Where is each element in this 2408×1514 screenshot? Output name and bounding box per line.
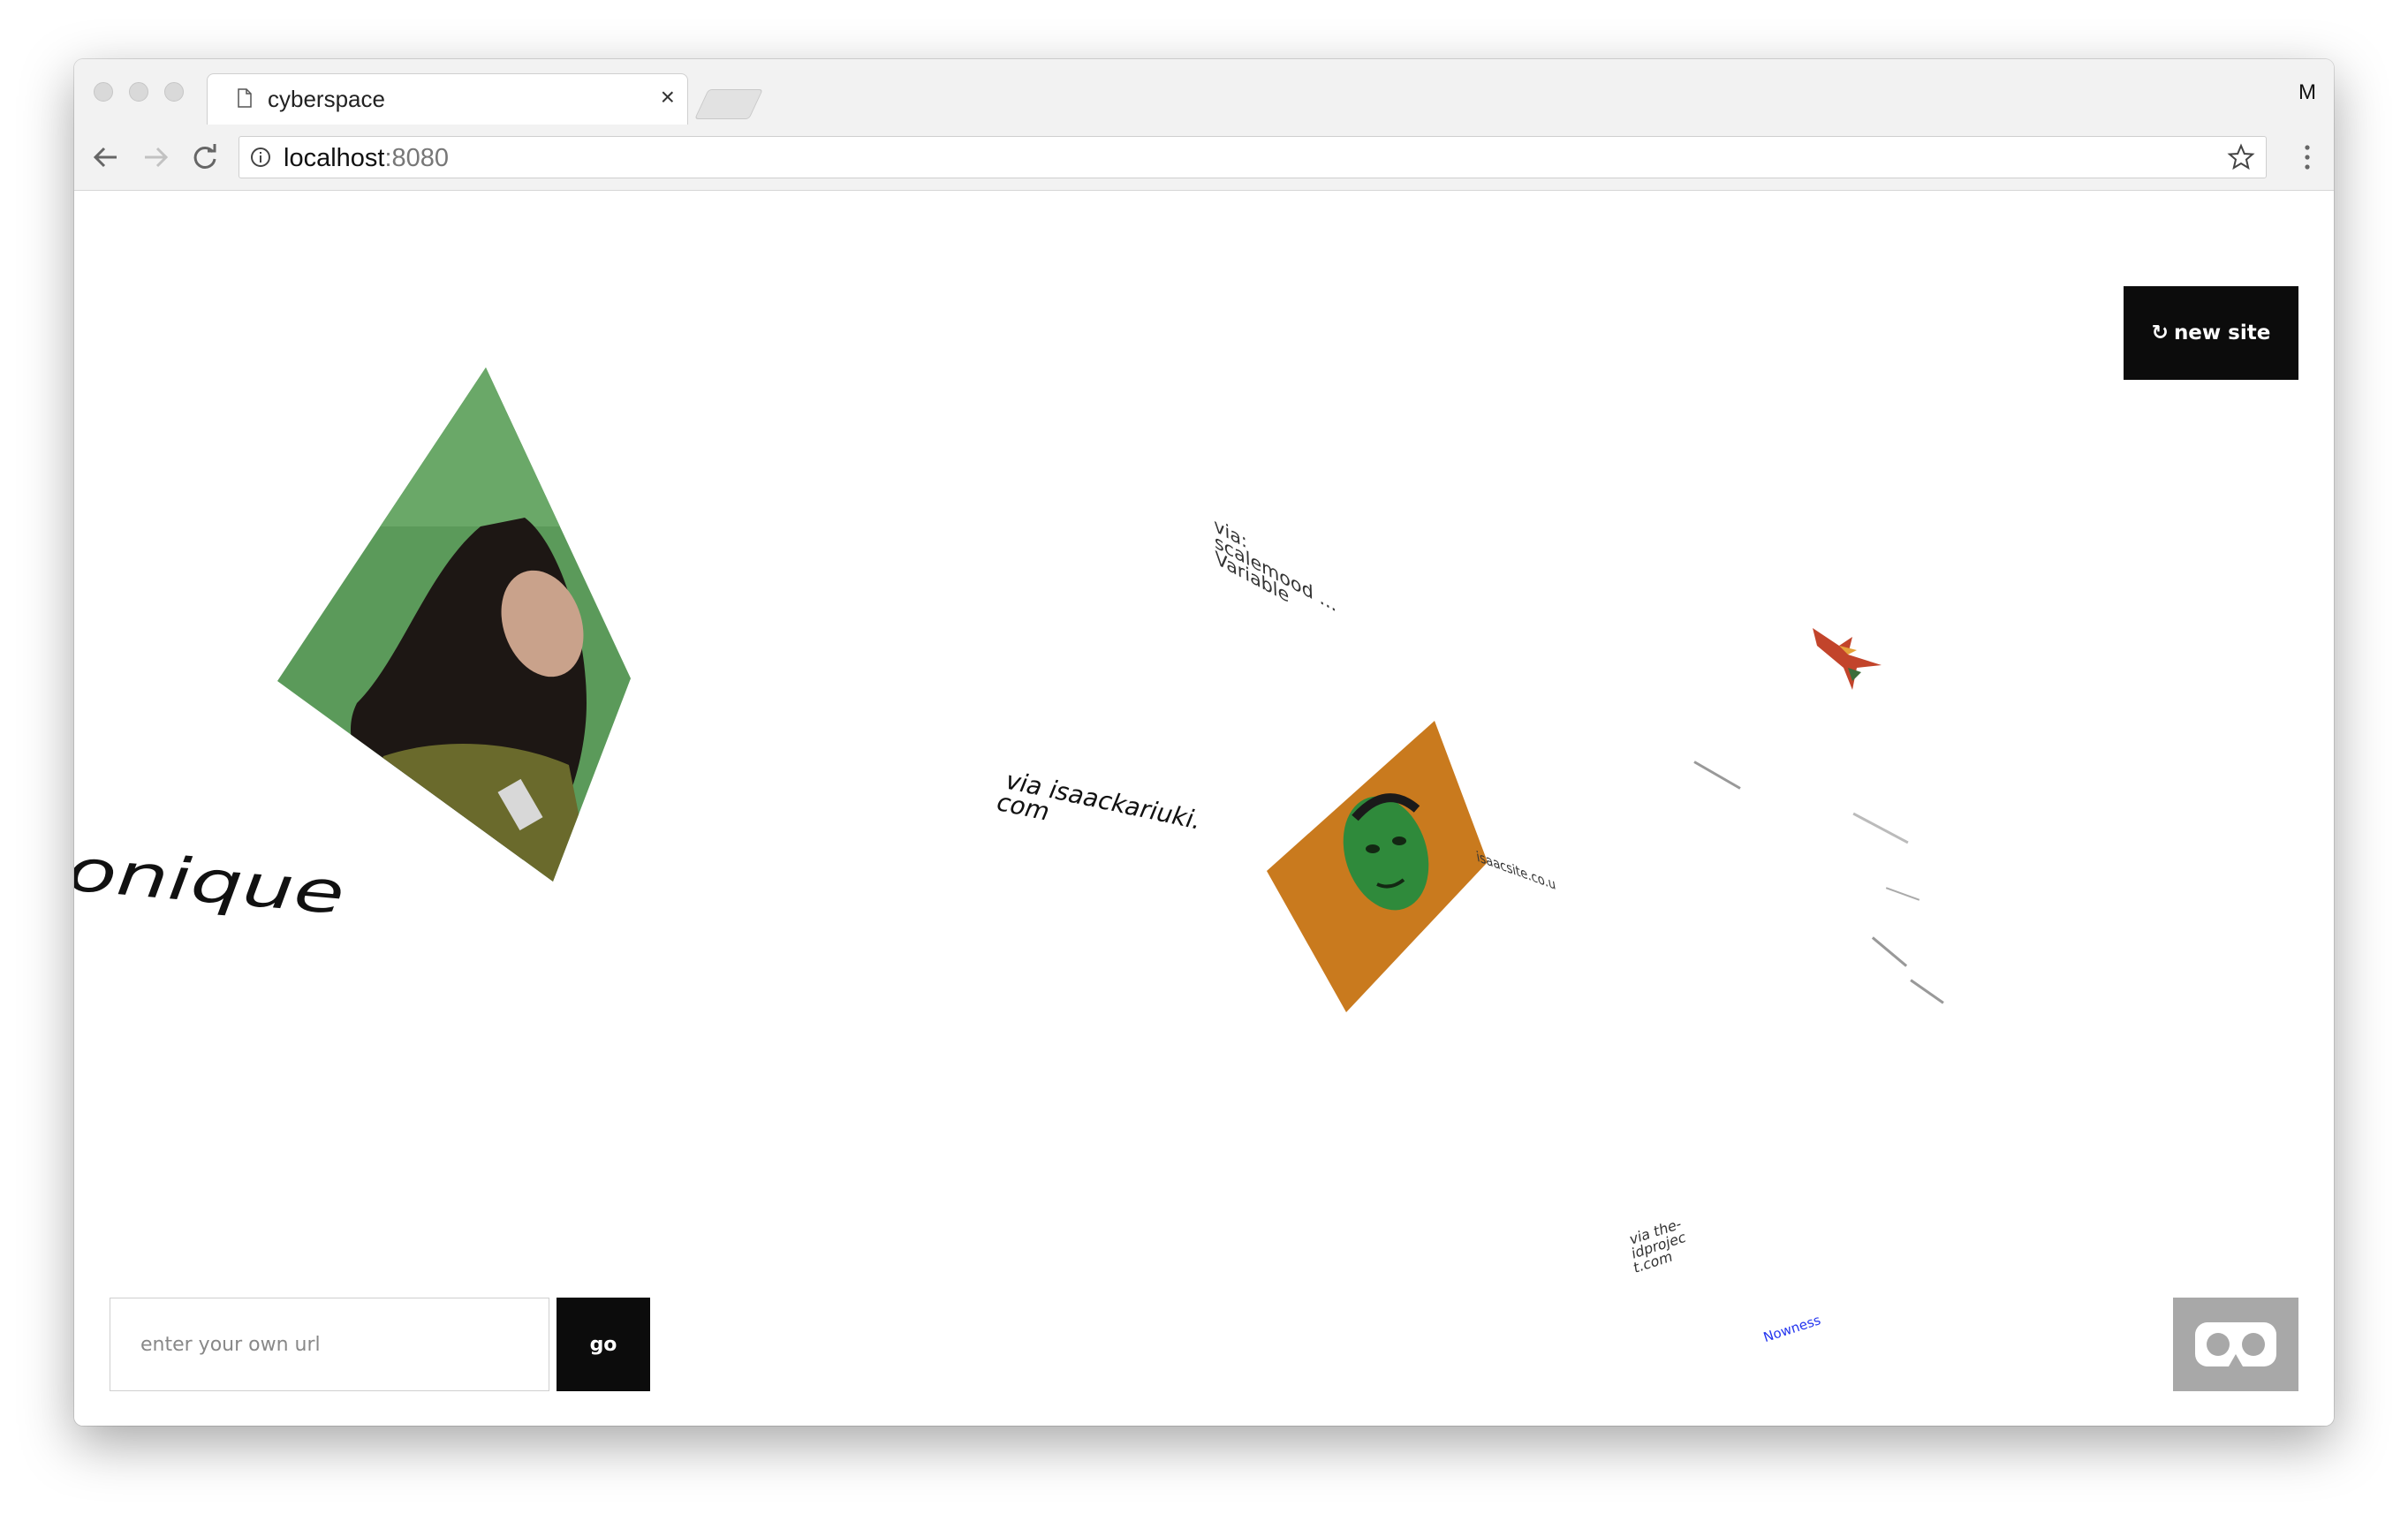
kebab-menu-icon[interactable] xyxy=(2304,144,2311,170)
distant-text-fragment xyxy=(1852,812,1909,844)
info-icon[interactable] xyxy=(250,147,271,168)
floating-link-nowness[interactable]: Nowness xyxy=(1761,1312,1822,1345)
distant-text-fragment xyxy=(1871,936,1908,967)
via-mood-text: via: scalemood ... Variable xyxy=(1213,514,1337,617)
via-isaack-text: via isaackariuki. com xyxy=(992,766,1207,836)
vr-button[interactable] xyxy=(2173,1298,2298,1391)
new-tab-button[interactable] xyxy=(694,89,763,119)
close-icon[interactable]: × xyxy=(661,83,675,111)
arrow-right-icon[interactable] xyxy=(140,142,171,172)
window-minimize-dot[interactable] xyxy=(129,82,148,102)
address-bar[interactable]: localhost:8080 xyxy=(239,136,2267,178)
url-text: localhost:8080 xyxy=(284,144,449,173)
page-icon xyxy=(238,88,252,108)
floating-text-via-idproject[interactable]: via the-idprojec t.com xyxy=(1629,1203,1727,1276)
distant-text-fragment xyxy=(1910,979,1944,1004)
window-zoom-dot[interactable] xyxy=(164,82,184,102)
cyberspace-canvas[interactable]: onique via isaackariuki. com via: scalem… xyxy=(74,191,2334,1426)
via-idproject-text: via the-idprojec t.com xyxy=(1628,1215,1687,1277)
url-host: localhost xyxy=(284,144,385,172)
distant-text-fragment xyxy=(1885,887,1920,901)
portrait-photo-plane[interactable] xyxy=(277,367,648,897)
browser-tab[interactable]: cyberspace × xyxy=(207,73,688,125)
floating-text-via-mood[interactable]: via: scalemood ... Variable xyxy=(1213,514,1347,637)
url-input[interactable] xyxy=(110,1298,549,1391)
refresh-icon: ↻ xyxy=(2151,322,2169,344)
bird-image[interactable] xyxy=(1804,619,1892,699)
title-bar: cyberspace × M xyxy=(74,59,2334,125)
new-site-label: new site xyxy=(2173,322,2271,344)
star-icon[interactable] xyxy=(2227,143,2255,171)
window-close-dot[interactable] xyxy=(94,82,113,102)
tab-title: cyberspace xyxy=(268,86,385,112)
toolbar: localhost:8080 xyxy=(74,125,2334,191)
vr-goggles-icon xyxy=(2195,1322,2276,1366)
url-port: :8080 xyxy=(384,144,450,172)
floating-text-via-isaack[interactable]: via isaackariuki. com xyxy=(992,766,1226,859)
browser-window: cyberspace × M localhost:8080 onique via… xyxy=(74,59,2334,1426)
new-site-button[interactable]: ↻ new site xyxy=(2124,286,2298,380)
face-photo-plane[interactable] xyxy=(1267,721,1496,1021)
distant-text-fragment xyxy=(1693,761,1741,790)
profile-initial[interactable]: M xyxy=(2298,80,2316,105)
go-button[interactable]: go xyxy=(557,1298,650,1391)
reload-icon[interactable] xyxy=(189,142,221,172)
arrow-left-icon[interactable] xyxy=(90,142,122,172)
